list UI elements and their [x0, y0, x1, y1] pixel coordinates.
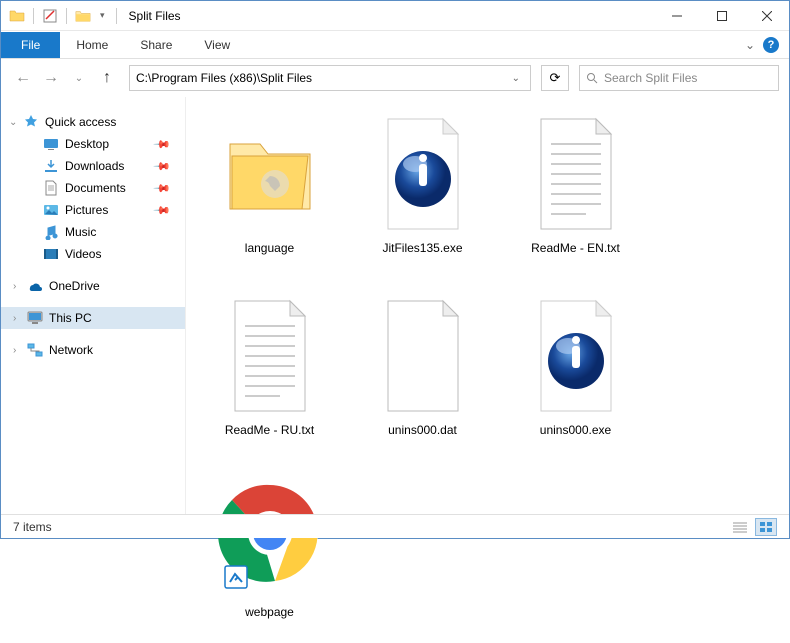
minimize-button[interactable] — [654, 1, 699, 31]
address-input[interactable] — [136, 71, 508, 85]
onedrive-icon — [27, 278, 43, 294]
pc-icon — [27, 310, 43, 326]
file-item[interactable]: JitFiles135.exe — [355, 109, 490, 279]
sidebar-item-label: Documents — [65, 181, 126, 195]
file-name: language — [245, 241, 294, 255]
status-bar: 7 items — [1, 514, 789, 538]
file-item[interactable]: ReadMe - EN.txt — [508, 109, 643, 279]
properties-icon[interactable] — [42, 8, 58, 24]
blank-file-icon — [368, 291, 478, 421]
tab-view[interactable]: View — [188, 32, 246, 58]
file-name: webpage — [245, 605, 294, 619]
address-dropdown-icon[interactable]: ⌄ — [508, 73, 524, 84]
sidebar-item-documents[interactable]: Documents 📌 — [1, 177, 185, 199]
sidebar-item-label: Music — [65, 225, 96, 239]
file-item[interactable]: webpage — [202, 473, 337, 643]
sidebar-item-label: Network — [49, 343, 93, 357]
file-list[interactable]: language JitFiles135.exe — [186, 97, 789, 514]
file-name: ReadMe - RU.txt — [225, 423, 314, 437]
sidebar-item-label: Downloads — [65, 159, 124, 173]
nav-bar: ← → ⌄ ↑ ⌄ ⟳ — [1, 59, 789, 97]
chevron-right-icon[interactable]: › — [13, 313, 16, 324]
star-icon — [23, 114, 39, 130]
file-item[interactable]: unins000.exe — [508, 291, 643, 461]
file-item[interactable]: language — [202, 109, 337, 279]
recent-dropdown-icon[interactable]: ⌄ — [67, 66, 91, 90]
sidebar-item-label: Quick access — [45, 115, 116, 129]
item-count: 7 items — [13, 520, 52, 534]
sidebar-item-music[interactable]: Music — [1, 221, 185, 243]
exe-icon — [521, 291, 631, 421]
back-button[interactable]: ← — [11, 66, 35, 90]
forward-button[interactable]: → — [39, 66, 63, 90]
file-name: ReadMe - EN.txt — [531, 241, 620, 255]
downloads-icon — [43, 158, 59, 174]
chevron-right-icon[interactable]: › — [13, 281, 16, 292]
tab-share[interactable]: Share — [124, 32, 188, 58]
file-name: JitFiles135.exe — [382, 241, 462, 255]
folder-icon — [215, 109, 325, 239]
sidebar: ⌄ Quick access Desktop 📌 Downloads 📌 Doc… — [1, 97, 186, 514]
music-icon — [43, 224, 59, 240]
pin-icon: 📌 — [153, 179, 172, 198]
sidebar-this-pc[interactable]: › This PC — [1, 307, 185, 329]
network-icon — [27, 342, 43, 358]
sidebar-quick-access[interactable]: ⌄ Quick access — [1, 111, 185, 133]
qat-dropdown-icon[interactable]: ▾ — [97, 10, 108, 21]
pictures-icon — [43, 202, 59, 218]
sidebar-item-label: Pictures — [65, 203, 108, 217]
sidebar-item-pictures[interactable]: Pictures 📌 — [1, 199, 185, 221]
maximize-button[interactable] — [699, 1, 744, 31]
up-button[interactable]: ↑ — [95, 66, 119, 90]
ribbon: File Home Share View ⌄ ? — [1, 31, 789, 59]
videos-icon — [43, 246, 59, 262]
sidebar-item-videos[interactable]: Videos — [1, 243, 185, 265]
exe-icon — [368, 109, 478, 239]
sidebar-item-label: Desktop — [65, 137, 109, 151]
chevron-right-icon[interactable]: › — [13, 345, 16, 356]
refresh-button[interactable]: ⟳ — [541, 65, 569, 91]
search-input[interactable] — [604, 71, 772, 85]
address-bar[interactable]: ⌄ — [129, 65, 531, 91]
title-bar: ▾ Split Files — [1, 1, 789, 31]
sidebar-item-desktop[interactable]: Desktop 📌 — [1, 133, 185, 155]
help-icon[interactable]: ? — [763, 37, 779, 53]
window-title: Split Files — [129, 9, 181, 23]
details-view-button[interactable] — [729, 518, 751, 536]
chevron-down-icon[interactable]: ⌄ — [9, 117, 17, 128]
file-item[interactable]: ReadMe - RU.txt — [202, 291, 337, 461]
text-file-icon — [215, 291, 325, 421]
sidebar-network[interactable]: › Network — [1, 339, 185, 361]
pin-icon: 📌 — [153, 157, 172, 176]
tab-home[interactable]: Home — [60, 32, 124, 58]
file-tab[interactable]: File — [1, 32, 60, 58]
file-name: unins000.dat — [388, 423, 457, 437]
file-item[interactable]: unins000.dat — [355, 291, 490, 461]
sidebar-item-label: This PC — [49, 311, 92, 325]
folder-icon — [9, 8, 25, 24]
search-icon — [586, 72, 598, 84]
folder-icon — [75, 8, 91, 24]
sidebar-item-label: Videos — [65, 247, 101, 261]
text-file-icon — [521, 109, 631, 239]
large-icons-view-button[interactable] — [755, 518, 777, 536]
sidebar-item-downloads[interactable]: Downloads 📌 — [1, 155, 185, 177]
expand-ribbon-icon[interactable]: ⌄ — [745, 38, 755, 52]
documents-icon — [43, 180, 59, 196]
desktop-icon — [43, 136, 59, 152]
close-button[interactable] — [744, 1, 789, 31]
pin-icon: 📌 — [153, 201, 172, 220]
sidebar-item-label: OneDrive — [49, 279, 100, 293]
search-box[interactable] — [579, 65, 779, 91]
pin-icon: 📌 — [153, 135, 172, 154]
chrome-icon — [215, 473, 325, 603]
sidebar-onedrive[interactable]: › OneDrive — [1, 275, 185, 297]
file-name: unins000.exe — [540, 423, 611, 437]
